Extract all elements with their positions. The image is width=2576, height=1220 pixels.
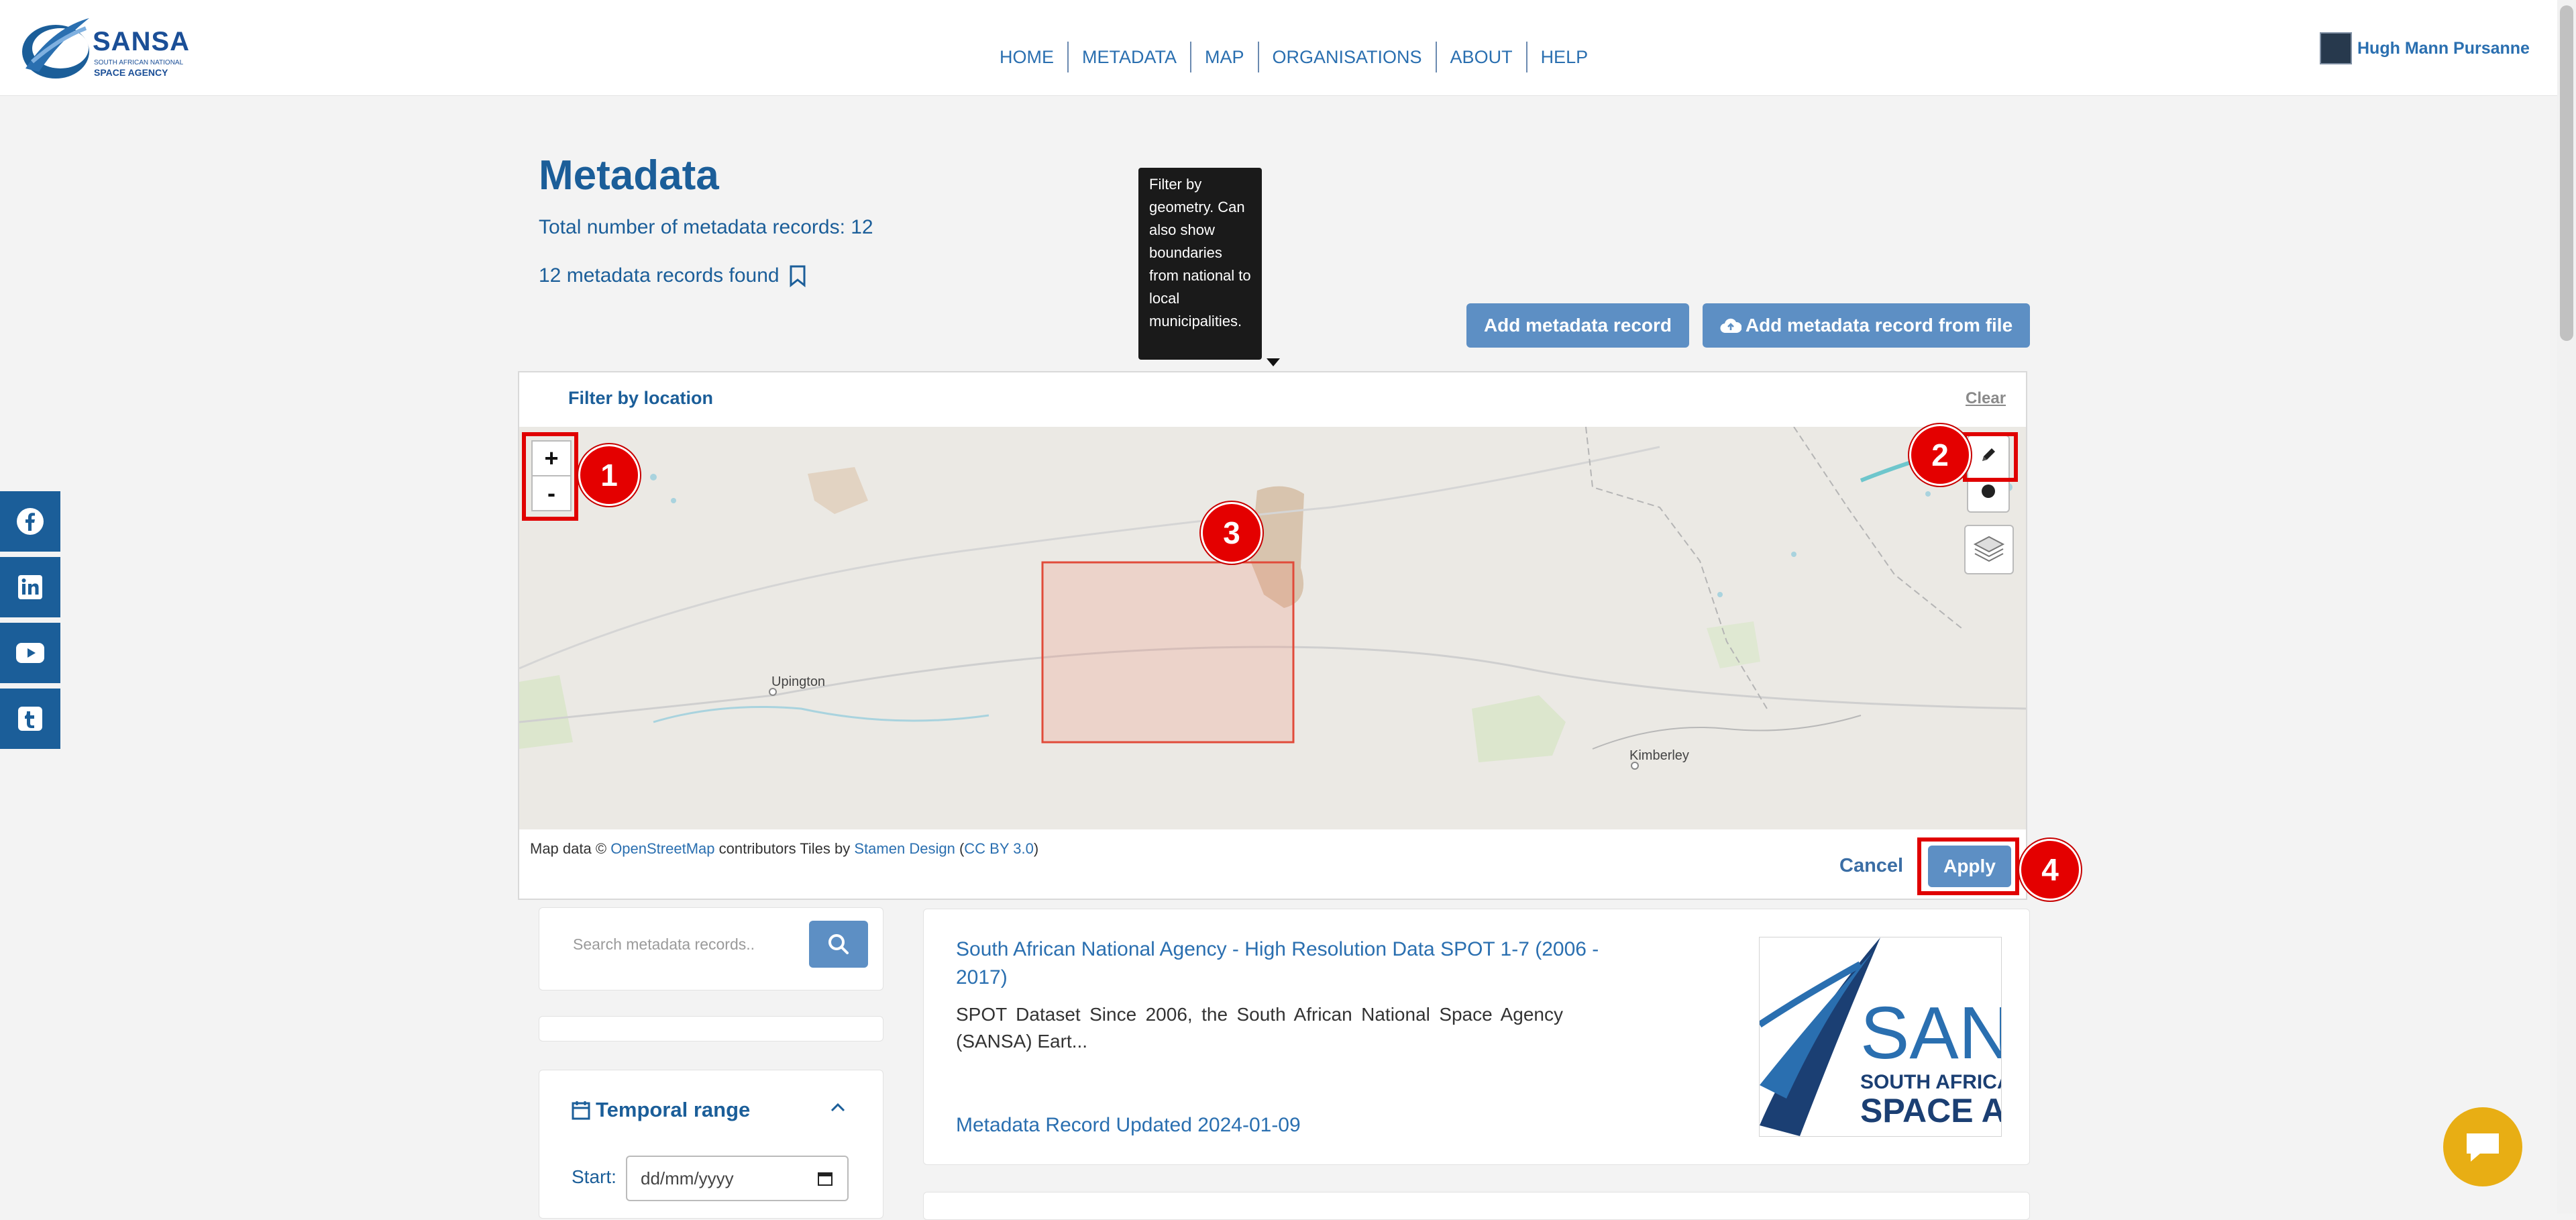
map-tiles: Upington Kimberley <box>519 427 2026 829</box>
thumb-text: SAN <box>1860 992 2001 1074</box>
sansa-thumbnail-logo: SAN SOUTH AFRICA SPACE A <box>1760 937 2001 1136</box>
highlight-zoom-controls <box>522 432 578 521</box>
main-nav: HOME METADATA MAP ORGANISATIONS ABOUT HE… <box>986 40 1601 74</box>
attribution-close: ) <box>1033 840 1039 857</box>
facebook-button[interactable] <box>0 491 60 552</box>
facebook-icon <box>17 508 44 535</box>
chat-icon <box>2467 1133 2499 1162</box>
tumblr-button[interactable] <box>0 689 60 749</box>
highlight-apply <box>1917 837 2019 895</box>
result-title[interactable]: South African National Agency - High Res… <box>956 935 1627 992</box>
layers-button[interactable] <box>1964 525 2014 574</box>
cc-link[interactable]: CC BY 3.0 <box>964 840 1034 857</box>
nav-map[interactable]: MAP <box>1191 42 1259 72</box>
nav-metadata[interactable]: METADATA <box>1069 42 1191 72</box>
nav-about[interactable]: ABOUT <box>1437 42 1527 72</box>
attribution-text: contributors Tiles by <box>718 840 851 857</box>
start-date-input[interactable]: dd/mm/yyyy <box>626 1156 849 1201</box>
records-found-label: 12 metadata records found <box>539 264 780 287</box>
youtube-icon <box>16 643 44 663</box>
nav-help[interactable]: HELP <box>1527 42 1602 72</box>
logo-text: SANSA <box>93 27 191 56</box>
osm-link[interactable]: OpenStreetMap <box>610 840 714 857</box>
attribution-prefix: Map data © <box>530 840 607 857</box>
map-attribution: Map data © OpenStreetMap contributors Ti… <box>530 840 1038 858</box>
add-metadata-from-file-button[interactable]: Add metadata record from file <box>1703 303 2030 348</box>
result-updated: Metadata Record Updated 2024-01-09 <box>956 1114 1301 1136</box>
result-thumbnail[interactable]: SAN SOUTH AFRICA SPACE A <box>1759 937 2002 1137</box>
chevron-up-icon[interactable] <box>829 1101 847 1117</box>
temporal-title: Temporal range <box>596 1098 751 1121</box>
user-menu[interactable]: Hugh Mann Pursanne <box>2320 32 2530 64</box>
linkedin-button[interactable] <box>0 557 60 617</box>
nav-home[interactable]: HOME <box>986 42 1069 72</box>
location-map[interactable]: Upington Kimberley <box>519 427 2026 829</box>
step-badge-3: 3 <box>1201 502 1263 564</box>
records-found: 12 metadata records found <box>539 264 808 287</box>
result-card-next[interactable] <box>923 1192 2030 1220</box>
thumb-subtext: SOUTH AFRICA <box>1860 1071 2001 1093</box>
user-name: Hugh Mann Pursanne <box>2357 38 2530 58</box>
result-description: SPOT Dataset Since 2006, the South Afric… <box>956 1004 1563 1052</box>
sansa-logo[interactable]: SANSA SOUTH AFRICAN NATIONAL SPACE AGENC… <box>19 15 189 82</box>
avatar <box>2320 32 2352 64</box>
calendar-icon <box>572 1101 590 1120</box>
layers-icon <box>1973 536 2005 562</box>
step-badge-1: 1 <box>578 444 640 506</box>
start-label: Start: <box>572 1166 616 1187</box>
temporal-header[interactable]: Temporal range <box>572 1098 750 1122</box>
search-input[interactable]: Search metadata records.. <box>555 923 805 965</box>
step-badge-2: 2 <box>1909 424 1971 486</box>
selected-area[interactable] <box>1041 561 1295 744</box>
total-records: Total number of metadata records: 12 <box>539 216 873 238</box>
thumb-subtext-2: SPACE A <box>1860 1092 2001 1129</box>
scrollbar-thumb[interactable] <box>2560 5 2573 341</box>
add-from-file-label: Add metadata record from file <box>1745 315 2013 336</box>
place-upington: Upington <box>771 674 825 689</box>
circle-icon <box>1982 485 1995 498</box>
tumblr-icon <box>18 707 42 731</box>
tooltip-arrow <box>1267 358 1280 366</box>
search-icon <box>828 934 849 954</box>
highlight-draw-tool <box>1963 432 2018 482</box>
add-metadata-button[interactable]: Add metadata record <box>1466 303 1689 348</box>
logo-subtitle: SOUTH AFRICAN NATIONAL <box>94 59 184 66</box>
stamen-link[interactable]: Stamen Design <box>854 840 955 857</box>
page-title: Metadata <box>539 152 719 199</box>
geometry-tooltip: Filter by geometry. Can also show bounda… <box>1138 168 1262 360</box>
cancel-button[interactable]: Cancel <box>1839 855 1903 877</box>
facets-card <box>539 1016 883 1041</box>
linkedin-icon <box>18 575 42 599</box>
nav-organisations[interactable]: ORGANISATIONS <box>1259 42 1437 72</box>
chat-button[interactable] <box>2443 1107 2522 1186</box>
youtube-button[interactable] <box>0 623 60 683</box>
filter-title: Filter by location <box>568 388 714 408</box>
clear-link[interactable]: Clear <box>1966 389 2006 408</box>
search-button[interactable] <box>809 921 868 968</box>
cloud-upload-icon <box>1720 318 1741 334</box>
start-date-placeholder: dd/mm/yyyy <box>641 1168 734 1188</box>
date-picker-icon[interactable] <box>816 1170 834 1187</box>
draw-point-button[interactable] <box>1975 478 2002 505</box>
logo-subtitle-2: SPACE AGENCY <box>94 67 168 78</box>
logo-swoosh-icon <box>22 18 89 79</box>
step-badge-4: 4 <box>2019 839 2081 901</box>
place-kimberley: Kimberley <box>1629 748 1689 763</box>
bookmark-icon[interactable] <box>788 264 808 287</box>
